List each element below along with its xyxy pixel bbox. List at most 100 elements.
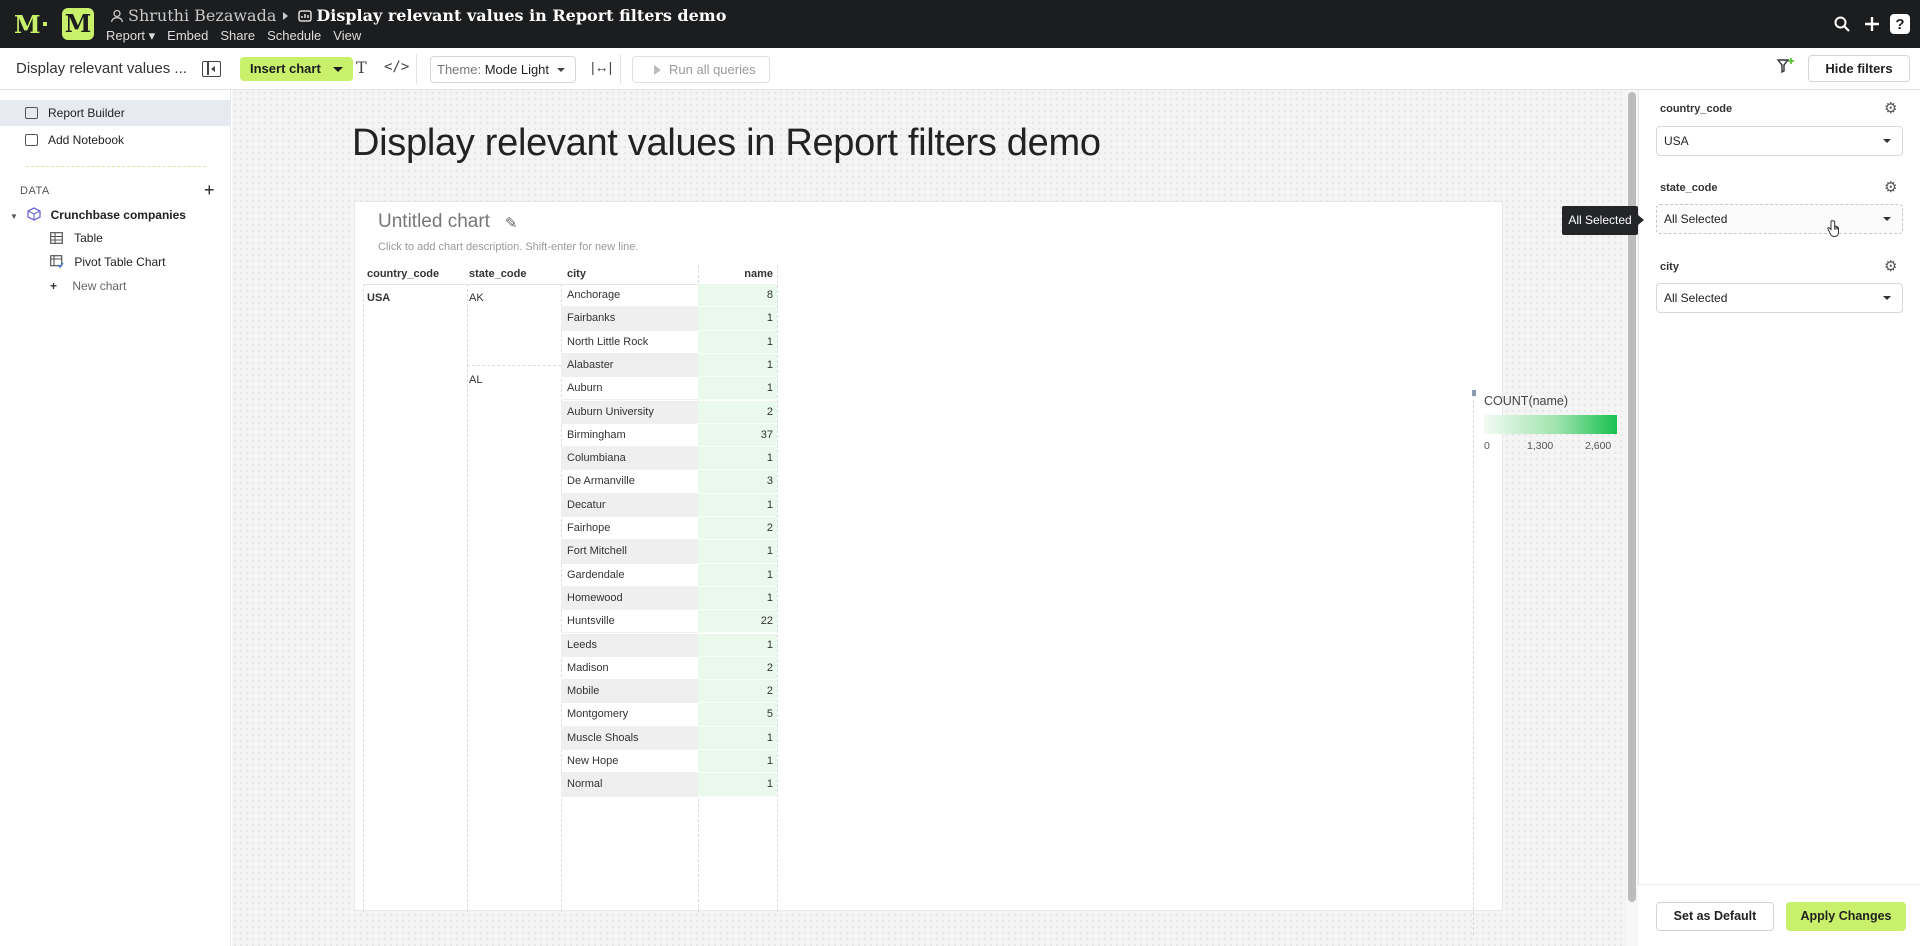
value-cell: 2 — [698, 517, 777, 541]
left-sidebar: Report Builder Add Notebook DATA + ▼ Cru… — [0, 90, 231, 946]
theme-select[interactable]: Theme: Mode Light — [430, 56, 576, 83]
pencil-icon[interactable]: ✎ — [505, 214, 518, 232]
city-cell: Normal — [561, 773, 698, 797]
filter-select-state-code[interactable]: All Selected — [1656, 204, 1903, 234]
filter-select-city[interactable]: All Selected — [1656, 283, 1903, 313]
run-all-queries-button[interactable]: Run all queries — [632, 56, 770, 83]
filter-label-country-code: country_code — [1660, 103, 1733, 115]
breadcrumb-user[interactable]: Shruthi Bezawada — [128, 6, 276, 25]
legend-tick: 2,600 — [1585, 440, 1612, 452]
sidebar-item-label: Table — [74, 231, 103, 245]
value-cell: 1 — [698, 633, 777, 657]
user-icon — [110, 9, 124, 22]
add-datasource-icon[interactable]: + — [204, 180, 215, 201]
table-border — [467, 284, 468, 912]
report-builder-icon — [25, 107, 38, 119]
set-as-default-button[interactable]: Set as Default — [1656, 902, 1774, 931]
city-cell: Decatur — [561, 493, 698, 517]
value-cell: 1 — [698, 353, 777, 378]
workspace-avatar-letter: M — [64, 9, 92, 38]
menu-schedule[interactable]: Schedule — [267, 28, 321, 44]
state-cell-al: AL — [469, 374, 483, 386]
city-cell: Huntsville — [561, 610, 698, 634]
add-filter-icon[interactable] — [1776, 56, 1796, 76]
workspace-avatar[interactable]: M — [62, 8, 94, 40]
chart-description-placeholder[interactable]: Click to add chart description. Shift-en… — [378, 241, 638, 253]
menu-report[interactable]: Report ▾ — [106, 28, 155, 44]
gear-icon[interactable]: ⚙ — [1884, 101, 1900, 117]
value-cell: 2 — [698, 656, 777, 681]
menu-embed[interactable]: Embed — [167, 28, 208, 44]
plus-icon[interactable] — [1860, 12, 1884, 36]
city-cell: Muscle Shoals — [561, 726, 698, 750]
datasource-crunchbase[interactable]: ▼ Crunchbase companies — [10, 207, 186, 222]
value-cell: 3 — [698, 470, 777, 494]
value-cell: 37 — [698, 423, 777, 448]
chevron-down-icon[interactable]: ▼ — [10, 212, 18, 221]
text-icon[interactable]: T — [356, 58, 367, 77]
value-cell: 8 — [698, 284, 777, 308]
value-cell: 1 — [698, 540, 777, 564]
filter-tooltip: All Selected — [1562, 206, 1644, 235]
filters-panel: country_code ⚙ USA state_code ⚙ All Sele… — [1638, 90, 1920, 946]
help-icon[interactable]: ? — [1890, 14, 1910, 34]
table-icon — [50, 232, 63, 244]
menu-view[interactable]: View — [333, 28, 361, 44]
legend-resize-handle[interactable] — [1472, 390, 1476, 935]
city-cell: Birmingham — [561, 424, 698, 448]
sidebar-item-report-builder[interactable]: Report Builder — [0, 100, 231, 126]
value-cell: 1 — [698, 563, 777, 587]
value-cell: 1 — [698, 447, 777, 471]
page-title[interactable]: Display relevant values in Report filter… — [352, 122, 1101, 165]
filter-select-country-code[interactable]: USA — [1656, 126, 1903, 156]
column-header-city: city — [567, 268, 586, 280]
theme-value: Mode Light — [484, 62, 550, 77]
sidebar-divider — [26, 166, 206, 167]
sidebar-item-new-chart[interactable]: + New chart — [50, 279, 126, 293]
datasource-label: Crunchbase companies — [50, 208, 186, 222]
filter-label-city: city — [1660, 261, 1679, 273]
table-border — [363, 284, 364, 912]
report-name[interactable]: Display relevant values ... — [16, 60, 186, 77]
city-cell: Mobile — [561, 680, 698, 704]
search-icon[interactable] — [1830, 12, 1854, 36]
apply-changes-button[interactable]: Apply Changes — [1786, 902, 1906, 931]
legend-title: COUNT(name) — [1484, 394, 1569, 408]
sidebar-item-table[interactable]: Table — [50, 231, 103, 245]
gear-icon[interactable]: ⚙ — [1884, 180, 1900, 196]
collapse-sidebar-icon[interactable] — [202, 61, 221, 77]
city-cell: Leeds — [561, 633, 698, 657]
filters-footer: Set as Default Apply Changes — [1638, 884, 1920, 946]
mode-logo[interactable]: M — [14, 10, 47, 39]
value-cell: 1 — [698, 307, 777, 331]
value-cell: 5 — [698, 703, 777, 727]
city-cell: Homewood — [561, 586, 698, 611]
notebook-icon — [25, 134, 38, 146]
report-canvas: Display relevant values in Report filter… — [232, 90, 1626, 946]
city-cell: Auburn University — [561, 400, 698, 424]
value-cell: 22 — [698, 610, 777, 634]
code-icon[interactable]: </> — [384, 59, 409, 75]
chart-card[interactable]: Untitled chart ✎ Click to add chart desc… — [354, 201, 1617, 935]
pivot-table-icon — [50, 255, 64, 269]
city-cell: New Hope — [561, 750, 698, 774]
column-header-country-code: country_code — [367, 268, 440, 280]
theme-label: Theme: — [437, 62, 482, 77]
fit-width-icon[interactable]: |↔| — [591, 59, 612, 75]
chart-title[interactable]: Untitled chart — [378, 211, 490, 233]
sidebar-item-label: Report Builder — [48, 106, 125, 120]
value-cell: 2 — [698, 680, 777, 704]
city-cell: De Armanville — [561, 470, 698, 494]
menu-share[interactable]: Share — [220, 28, 255, 44]
report-menu: Report ▾ Embed Share Schedule View — [106, 28, 361, 44]
sidebar-item-add-notebook[interactable]: Add Notebook — [0, 127, 231, 153]
sidebar-item-pivot-table-chart[interactable]: Pivot Table Chart — [50, 255, 166, 269]
datasource-icon — [27, 207, 41, 221]
gear-icon[interactable]: ⚙ — [1884, 259, 1900, 275]
value-cell: 1 — [698, 586, 777, 611]
sidebar-item-label: Pivot Table Chart — [74, 255, 166, 269]
hide-filters-button[interactable]: Hide filters — [1808, 55, 1910, 82]
city-cell: Fort Mitchell — [561, 540, 698, 564]
insert-chart-button[interactable]: Insert chart — [240, 57, 353, 81]
value-cell: 1 — [698, 726, 777, 750]
